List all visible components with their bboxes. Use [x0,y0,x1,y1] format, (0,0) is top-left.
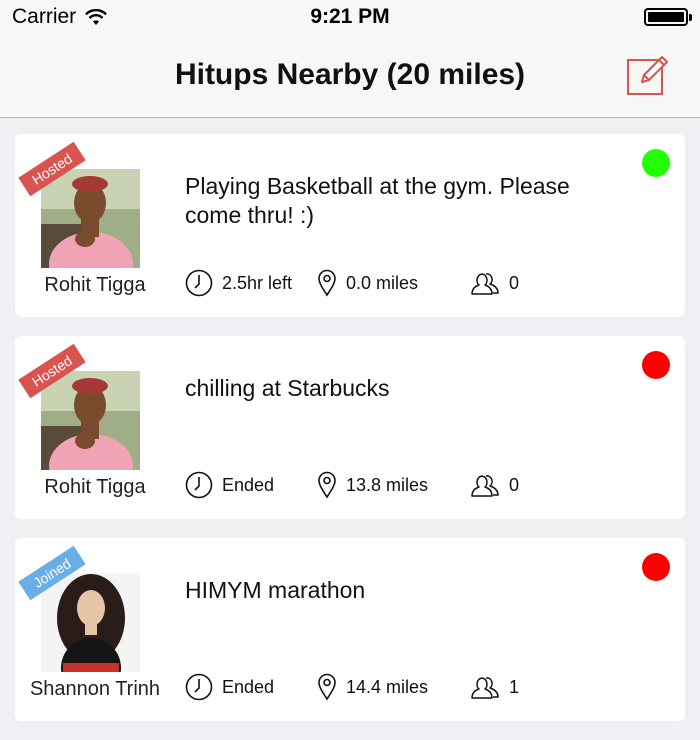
clock-icon [185,673,213,701]
hitup-list: Hosted Rohit Tigga Playing Basketball at… [15,134,685,740]
distance: 14.4 miles [346,676,429,697]
clock-icon [185,471,213,499]
hitup-title: Playing Basketball at the gym. Please co… [185,173,570,228]
navigation-bar: Hitups Nearby (20 miles) [0,34,700,118]
people-icon [471,475,499,497]
compose-icon [627,56,668,95]
hitup-title: chilling at Starbucks [185,375,390,401]
hitup-card[interactable]: Hosted Rohit Tigga Playing Basketball at… [15,134,685,317]
avatar [41,573,140,672]
host-name: Rohit Tigga [44,476,146,498]
hitup-title: HIMYM marathon [185,577,366,603]
host-name: Shannon Trinh [29,678,161,700]
location-pin-icon [318,673,336,701]
status-indicator [642,553,670,581]
time-info: Ended [185,471,274,499]
attendees-info: 0 [470,471,519,499]
compose-button[interactable] [626,52,670,96]
hitup-card[interactable]: Hosted Rohit Tigga chilling at Starbucks… [15,336,685,519]
status-time: 9:21 PM [310,5,390,28]
hitup-card[interactable]: Joined Shannon Trinh HIMYM marathon Ende… [15,538,685,721]
location-pin-icon [318,471,336,499]
attendee-count: 0 [509,474,520,495]
battery-icon [644,8,692,26]
time-remaining: Ended [222,676,275,697]
people-icon [471,677,499,699]
attendees-info: 1 [470,673,519,701]
location-pin-icon [318,269,336,297]
status-bar: Carrier 9:21 PM [0,0,700,34]
distance: 13.8 miles [346,474,429,495]
time-remaining: 2.5hr left [222,272,293,293]
time-remaining: Ended [222,474,275,495]
host-name: Rohit Tigga [44,274,146,296]
status-indicator [642,351,670,379]
page-title: Hitups Nearby (20 miles) [174,58,526,91]
time-info: Ended [185,673,274,701]
attendee-count: 1 [509,676,520,697]
distance: 0.0 miles [346,272,419,293]
avatar [41,169,140,268]
avatar [41,371,140,470]
clock-icon [185,269,213,297]
people-icon [471,273,499,295]
attendee-count: 0 [509,272,520,293]
time-info: 2.5hr left [185,269,292,297]
distance-info: 13.8 miles [317,471,428,499]
status-indicator [642,149,670,177]
distance-info: 0.0 miles [317,269,418,297]
attendees-info: 0 [470,269,519,297]
distance-info: 14.4 miles [317,673,428,701]
